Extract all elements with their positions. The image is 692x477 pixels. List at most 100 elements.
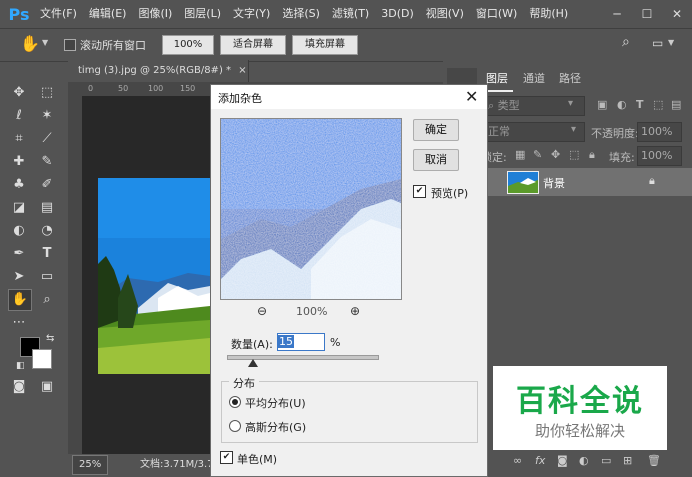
preview-label: 预览(P) <box>431 187 469 200</box>
screen-mode-icon[interactable]: ▣ <box>36 377 58 397</box>
gaussian-radio[interactable] <box>229 420 241 432</box>
document-tab[interactable]: timg (3).jpg @ 25%(RGB/8#) * × <box>68 60 249 82</box>
lasso-tool-icon[interactable]: ℓ <box>8 106 30 126</box>
fit-screen-button[interactable]: 适合屏幕 <box>220 35 286 55</box>
amount-input[interactable]: 15 <box>277 333 325 351</box>
document-image <box>98 178 210 374</box>
move-tool-icon[interactable]: ✥ <box>8 83 30 103</box>
filter-type-icon[interactable]: T <box>636 98 644 111</box>
filter-adjust-icon[interactable]: ◐ <box>617 98 627 111</box>
add-mask-icon[interactable]: ◙ <box>557 454 568 467</box>
fill-screen-button[interactable]: 填充屏幕 <box>292 35 358 55</box>
fill-label: 填充: <box>609 151 635 164</box>
preview-checkbox[interactable]: ✔ <box>413 185 426 198</box>
lock-all-icon[interactable]: 🔒︎ <box>589 148 595 162</box>
zoom-tool-icon[interactable]: ⌕ <box>36 290 58 310</box>
menu-type[interactable]: 文字(Y) <box>227 0 276 28</box>
pen-tool-icon[interactable]: ✒ <box>8 244 30 264</box>
menu-view[interactable]: 视图(V) <box>420 0 470 28</box>
lock-transparent-icon[interactable]: ▦ <box>515 148 525 161</box>
adjustment-layer-icon[interactable]: ◐ <box>579 454 589 467</box>
crop-tool-icon[interactable]: ⌗ <box>8 129 30 149</box>
more-tools-icon[interactable]: ⋯ <box>8 313 30 333</box>
marquee-tool-icon[interactable]: ⬚ <box>36 83 58 103</box>
quick-mask-icon[interactable]: ◙ <box>8 377 30 397</box>
scroll-all-checkbox[interactable] <box>64 39 76 51</box>
workspace-icon[interactable]: ▭ <box>652 36 663 50</box>
path-select-icon[interactable]: ➤ <box>8 267 30 287</box>
fx-icon[interactable]: fx <box>535 454 545 467</box>
blend-mode-dropdown[interactable]: 正常 <box>483 122 585 142</box>
menu-image[interactable]: 图像(I) <box>132 0 178 28</box>
history-brush-icon[interactable]: ✐ <box>36 175 58 195</box>
background-color-swatch[interactable] <box>32 349 52 369</box>
brush-tool-icon[interactable]: ✎ <box>36 152 58 172</box>
new-layer-icon[interactable]: ⊞ <box>623 454 632 467</box>
minimize-icon[interactable]: ─ <box>602 0 632 28</box>
lock-artboard-icon[interactable]: ⬚ <box>569 148 579 161</box>
ok-button[interactable]: 确定 <box>413 119 459 141</box>
new-group-icon[interactable]: ▭ <box>601 454 611 467</box>
search-icon[interactable]: ⌕ <box>622 34 630 50</box>
chevron-down-icon[interactable]: ▾ <box>571 124 576 135</box>
workspace-chevron-icon[interactable]: ▼ <box>668 38 674 47</box>
zoom-in-icon[interactable]: ⊕ <box>350 304 360 318</box>
zoom-100-button[interactable]: 100% <box>162 35 214 55</box>
zoom-out-icon[interactable]: ⊖ <box>257 304 267 318</box>
ruler-vertical <box>68 96 82 454</box>
menu-window[interactable]: 窗口(W) <box>470 0 523 28</box>
close-icon[interactable]: ✕ <box>662 0 692 28</box>
opacity-input[interactable]: 100% <box>637 122 682 142</box>
stamp-tool-icon[interactable]: ♣ <box>8 175 30 195</box>
tab-paths[interactable]: 路径 <box>553 68 587 90</box>
swap-colors-icon[interactable]: ⇆ <box>46 333 54 344</box>
eraser-icon[interactable]: ◪ <box>8 198 30 218</box>
filter-shape-icon[interactable]: ⬚ <box>653 98 663 111</box>
chevron-down-icon[interactable]: ▼ <box>42 38 48 47</box>
preview-zoom-level: 100% <box>296 305 328 318</box>
menu-3d[interactable]: 3D(D) <box>375 0 420 28</box>
magic-wand-icon[interactable]: ✶ <box>36 106 58 126</box>
trash-icon[interactable]: 🗑︎ <box>647 454 661 467</box>
lock-position-icon[interactable]: ✥ <box>551 148 560 161</box>
layer-kind-dropdown-icon[interactable]: ▾ <box>568 98 573 109</box>
cancel-button[interactable]: 取消 <box>413 149 459 171</box>
filter-preview[interactable] <box>220 118 402 300</box>
menu-select[interactable]: 选择(S) <box>276 0 326 28</box>
filter-smart-icon[interactable]: ▤ <box>671 98 681 111</box>
default-colors-icon[interactable]: ◧ <box>16 361 25 371</box>
dodge-tool-icon[interactable]: ◔ <box>36 221 58 241</box>
menu-layer[interactable]: 图层(L) <box>178 0 227 28</box>
link-layers-icon[interactable]: ∞ <box>513 454 522 467</box>
menu-help[interactable]: 帮助(H) <box>523 0 574 28</box>
dialog-title-bar[interactable]: 添加杂色 ✕ <box>211 85 487 109</box>
rectangle-tool-icon[interactable]: ▭ <box>36 267 58 287</box>
menu-bar: Ps 文件(F) 编辑(E) 图像(I) 图层(L) 文字(Y) 选择(S) 滤… <box>0 0 692 28</box>
layer-lock-icon: 🔒︎ <box>649 174 655 187</box>
lock-pixels-icon[interactable]: ✎ <box>533 148 542 161</box>
menu-file[interactable]: 文件(F) <box>34 0 83 28</box>
layer-row-background[interactable]: 👁︎ 背景 🔒︎ <box>451 168 692 196</box>
menu-filter[interactable]: 滤镜(T) <box>326 0 375 28</box>
zoom-level[interactable]: 25% <box>72 455 109 475</box>
type-tool-icon[interactable]: T <box>36 244 58 264</box>
amount-slider-handle[interactable] <box>248 359 258 367</box>
healing-brush-icon[interactable]: ✚ <box>8 152 30 172</box>
eyedropper-icon[interactable]: ⟋ <box>36 129 58 149</box>
watermark: 百科全说 助你轻松解决 <box>493 366 667 450</box>
blur-tool-icon[interactable]: ◐ <box>8 221 30 241</box>
dialog-close-icon[interactable]: ✕ <box>465 87 478 106</box>
hand-tool-icon[interactable]: ✋ <box>20 34 40 53</box>
gradient-icon[interactable]: ▤ <box>36 198 58 218</box>
layer-kind-label: 类型 <box>497 99 520 112</box>
close-tab-icon[interactable]: × <box>238 65 246 76</box>
maximize-icon[interactable]: ☐ <box>632 0 662 28</box>
hand-tool-icon[interactable]: ✋ <box>8 289 32 311</box>
filter-pixel-icon[interactable]: ▣ <box>597 98 607 111</box>
menu-edit[interactable]: 编辑(E) <box>83 0 133 28</box>
monochromatic-checkbox[interactable]: ✔ <box>220 451 233 464</box>
tab-channels[interactable]: 通道 <box>517 68 551 90</box>
layer-name: 背景 <box>543 177 565 190</box>
uniform-radio[interactable] <box>229 396 241 408</box>
fill-input[interactable]: 100% <box>637 146 682 166</box>
